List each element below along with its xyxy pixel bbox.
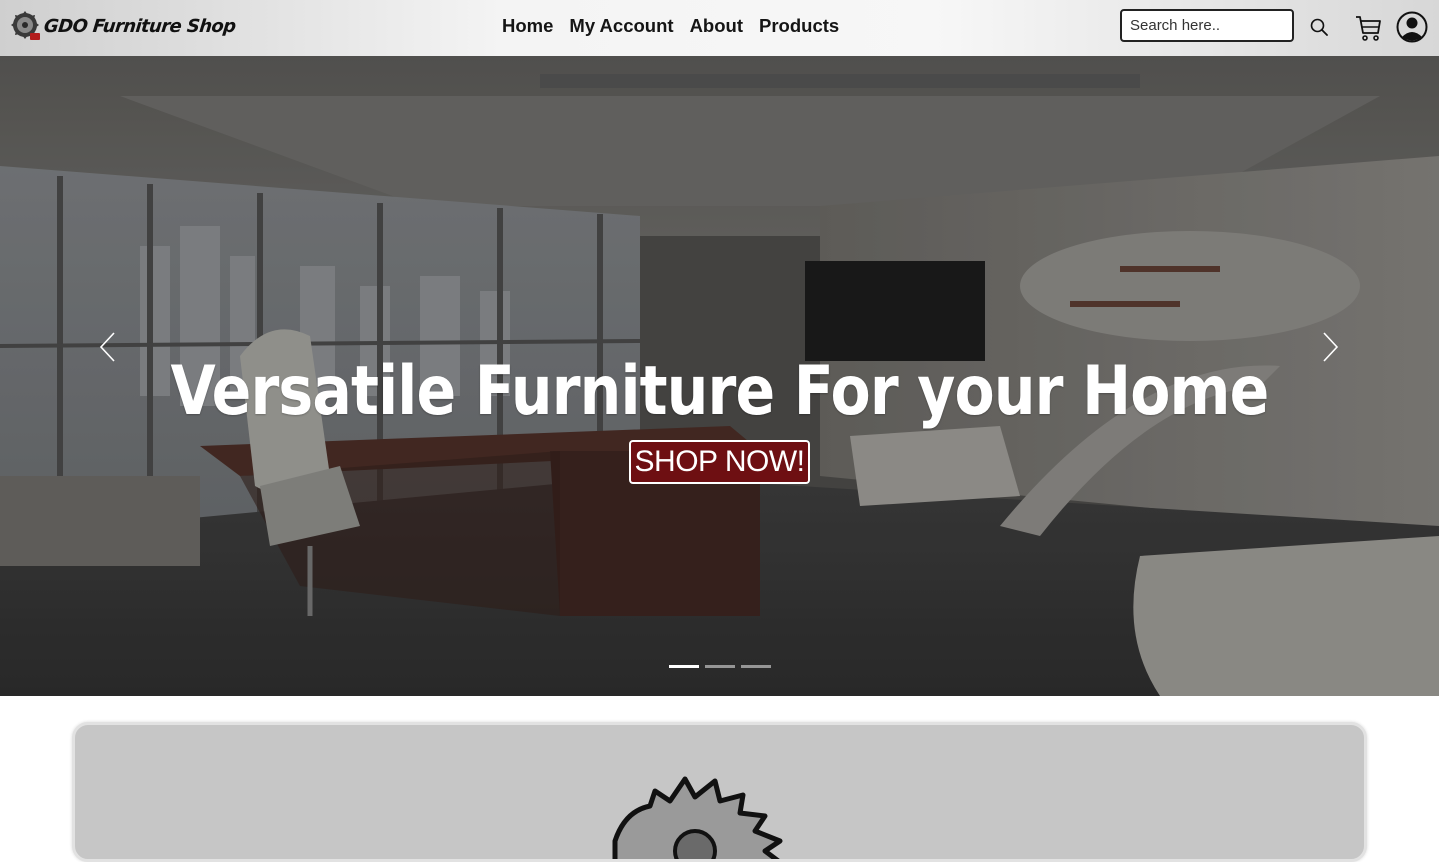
hero-carousel: Versatile Furniture For your Home SHOP N… [0, 56, 1439, 696]
promo-card [72, 722, 1367, 862]
search-button[interactable] [1308, 16, 1330, 38]
brand[interactable]: GDO Furniture Shop [11, 10, 237, 42]
carousel-indicator-3[interactable] [741, 665, 771, 668]
cart-button[interactable] [1354, 12, 1382, 42]
nav-products[interactable]: Products [759, 15, 839, 37]
main-nav: Home My Account About Products [502, 15, 839, 37]
carousel-indicators [669, 665, 771, 668]
brand-name: GDO Furniture Shop [42, 15, 237, 37]
nav-about[interactable]: About [690, 15, 743, 37]
carousel-indicator-2[interactable] [705, 665, 735, 668]
search-icon [1310, 18, 1328, 36]
navbar: GDO Furniture Shop Home My Account About… [0, 0, 1439, 56]
carousel-indicator-1[interactable] [669, 665, 699, 668]
hero-title: Versatile Furniture For your Home [170, 352, 1269, 431]
nav-my-account[interactable]: My Account [569, 15, 673, 37]
account-button[interactable] [1396, 11, 1428, 43]
search-input[interactable] [1120, 9, 1294, 42]
user-circle-icon [1396, 11, 1428, 43]
shop-now-button[interactable]: SHOP NOW! [629, 440, 810, 484]
nav-home[interactable]: Home [502, 15, 553, 37]
cart-icon [1356, 16, 1381, 41]
saw-blade-icon [11, 11, 40, 40]
